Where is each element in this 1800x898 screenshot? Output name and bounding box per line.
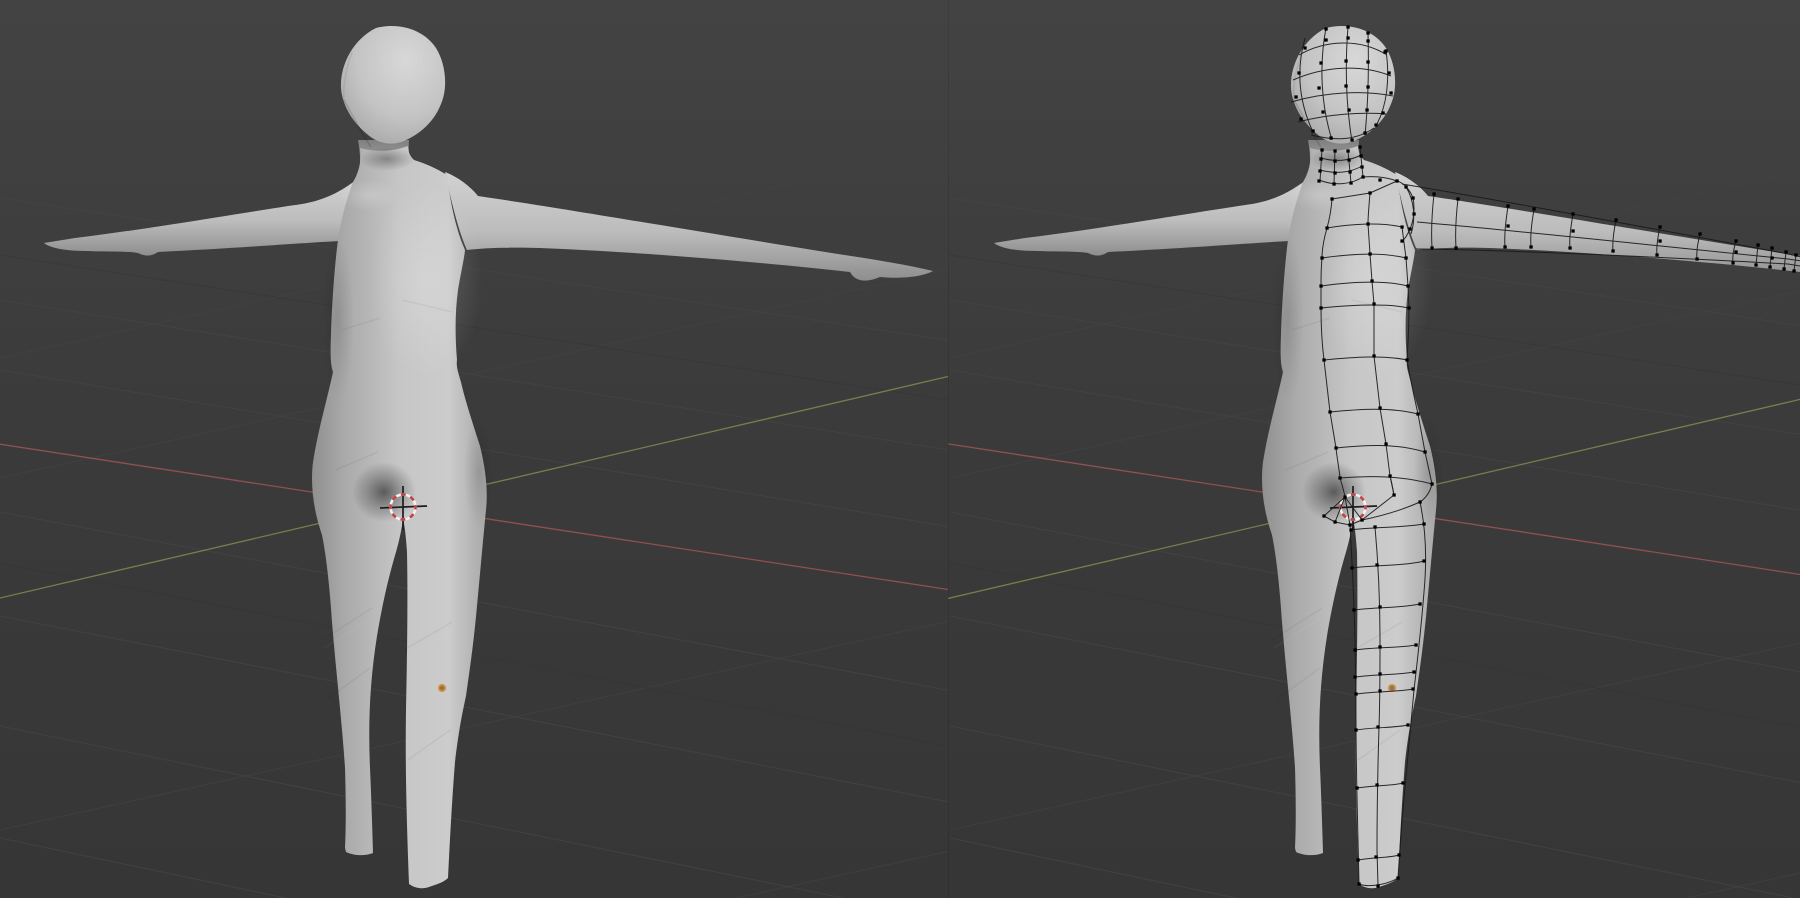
3d-viewport-canvas	[0, 0, 1800, 898]
viewport-background	[0, 0, 1800, 898]
viewport-comparison	[0, 0, 1800, 898]
